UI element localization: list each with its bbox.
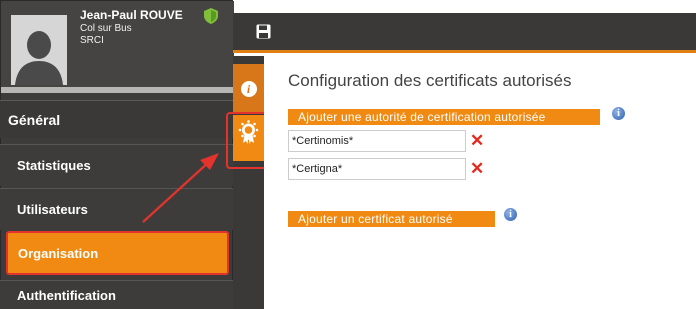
shield-icon	[204, 8, 218, 24]
user-profile: Jean-Paul ROUVE Col sur Bus SRCI	[1, 1, 234, 93]
sidebar-item-organisation[interactable]: Organisation	[6, 231, 229, 275]
user-organization: Col sur Bus	[80, 23, 132, 34]
avatar	[11, 15, 67, 85]
sidebar-item-utilisateurs[interactable]: Utilisateurs	[0, 188, 233, 230]
info-icon[interactable]: i	[612, 107, 625, 120]
user-name: Jean-Paul ROUVE	[80, 8, 183, 22]
authority-field-certinomis[interactable]	[288, 130, 466, 152]
info-tab-icon: i	[240, 81, 257, 97]
save-icon[interactable]	[256, 24, 271, 39]
toolbar	[233, 13, 696, 53]
add-certificate-button[interactable]: Ajouter un certificat autorisé	[288, 211, 495, 227]
sidebar-item-statistiques[interactable]: Statistiques	[0, 144, 233, 186]
add-authority-button[interactable]: Ajouter une autorité de certification au…	[288, 109, 600, 125]
user-department: SRCI	[80, 35, 104, 46]
authority-field-certigna[interactable]	[288, 158, 466, 180]
delete-icon[interactable]: ✕	[470, 132, 484, 149]
info-icon[interactable]: i	[504, 208, 517, 221]
tab-information[interactable]: i	[233, 64, 264, 114]
page-title: Configuration des certificats autorisés	[288, 71, 572, 90]
main-panel: Configuration des certificats autorisés …	[264, 56, 696, 309]
sidebar-item-authentification[interactable]: Authentification	[0, 280, 233, 309]
nav-section-general[interactable]: Général	[0, 100, 233, 138]
delete-icon[interactable]: ✕	[470, 160, 484, 177]
